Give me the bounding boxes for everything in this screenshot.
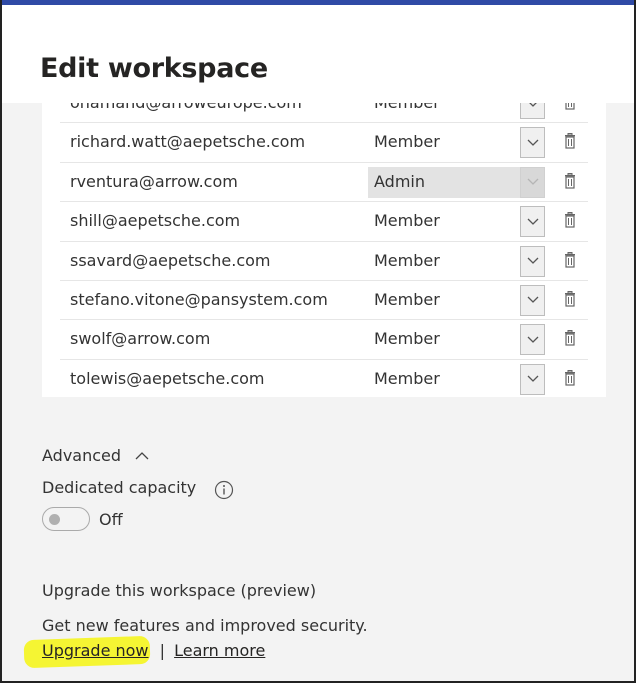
member-row: stefano.vitone@pansystem.com Member [60, 281, 588, 321]
role-select[interactable]: Member [368, 284, 545, 316]
trash-icon[interactable] [564, 369, 576, 386]
member-row: swolf@arrow.com Member [60, 320, 588, 360]
upgrade-description: Get new features and improved security. [42, 616, 368, 635]
member-email: shill@aepetsche.com [70, 211, 241, 231]
role-select[interactable]: Member [368, 127, 545, 159]
role-select[interactable]: Admin [368, 166, 545, 198]
role-select[interactable]: Member [368, 363, 545, 395]
member-email: rventura@arrow.com [70, 171, 238, 191]
chevron-down-icon [527, 218, 538, 225]
role-select[interactable]: Member [368, 324, 545, 356]
role-value: Member [374, 329, 440, 349]
upgrade-heading: Upgrade this workspace (preview) [42, 581, 317, 600]
role-select[interactable]: Member [368, 206, 545, 238]
trash-icon[interactable] [564, 103, 576, 110]
chevron-down-icon [529, 103, 536, 107]
toggle-state: Off [99, 510, 123, 529]
chevron-down-icon [527, 375, 538, 383]
dropdown-button[interactable] [520, 206, 545, 238]
trash-icon[interactable] [564, 290, 576, 307]
trash-icon[interactable] [564, 212, 576, 228]
member-email: stefano.vitone@pansystem.com [70, 289, 328, 309]
chevron-down-icon [527, 139, 538, 146]
role-value: Member [374, 368, 440, 388]
dropdown-button[interactable] [520, 103, 545, 119]
role-value: Member [374, 289, 440, 309]
upgrade-now-link[interactable]: Upgrade now [42, 641, 149, 660]
dropdown-button[interactable] [520, 363, 545, 395]
page-title: Edit workspace [40, 53, 268, 84]
member-row: rventura@arrow.com Admin [60, 163, 588, 203]
dropdown-button[interactable] [520, 245, 545, 277]
member-row: richard.watt@aepetsche.com Member [60, 123, 588, 163]
chevron-up-icon [135, 452, 149, 460]
info-icon[interactable] [214, 480, 234, 500]
trash-icon[interactable] [564, 330, 576, 346]
dropdown-button[interactable] [520, 324, 545, 356]
role-value: Member [374, 132, 440, 152]
trash-icon[interactable] [564, 172, 576, 189]
chevron-down-icon [527, 336, 538, 343]
chevron-down-icon [527, 257, 538, 264]
member-row: tolewis@aepetsche.com Member [60, 360, 588, 397]
chevron-down-icon [527, 296, 538, 304]
member-row: ohamand@arroweurope.com Member [60, 103, 588, 124]
dropdown-button[interactable] [520, 127, 545, 159]
member-row: ssavard@aepetsche.com Member [60, 242, 588, 281]
member-email: tolewis@aepetsche.com [70, 368, 265, 388]
role-select[interactable]: Member [368, 245, 545, 277]
member-row: shill@aepetsche.com Member [60, 202, 588, 242]
dropdown-button[interactable] [520, 166, 545, 198]
edit-workspace-pane: Edit workspace ohamand@arroweurope.com M… [0, 0, 636, 683]
learn-more-link[interactable]: Learn more [174, 641, 265, 660]
trash-icon[interactable] [564, 133, 576, 149]
member-email: ssavard@aepetsche.com [70, 250, 271, 270]
member-email: ohamand@arroweurope.com [70, 103, 302, 112]
advanced-label: Advanced [42, 446, 122, 465]
member-email: richard.watt@aepetsche.com [70, 132, 306, 152]
member-email: swolf@arrow.com [70, 329, 211, 349]
chevron-down-icon [527, 178, 538, 186]
dedicated-capacity-label: Dedicated capacity [42, 478, 197, 497]
role-select[interactable]: Member [368, 103, 545, 119]
role-value: Admin [374, 171, 425, 191]
role-value: Member [374, 103, 440, 112]
role-value: Member [374, 250, 440, 270]
dedicated-capacity-toggle[interactable] [42, 507, 90, 531]
trash-icon[interactable] [564, 251, 576, 268]
dropdown-button[interactable] [520, 284, 545, 316]
advanced-toggle[interactable]: Advanced [42, 446, 150, 465]
pane-header: Edit workspace [2, 5, 634, 103]
link-separator: | [159, 641, 165, 660]
members-list[interactable]: ohamand@arroweurope.com Member richard.w… [42, 103, 606, 397]
role-value: Member [374, 211, 440, 231]
